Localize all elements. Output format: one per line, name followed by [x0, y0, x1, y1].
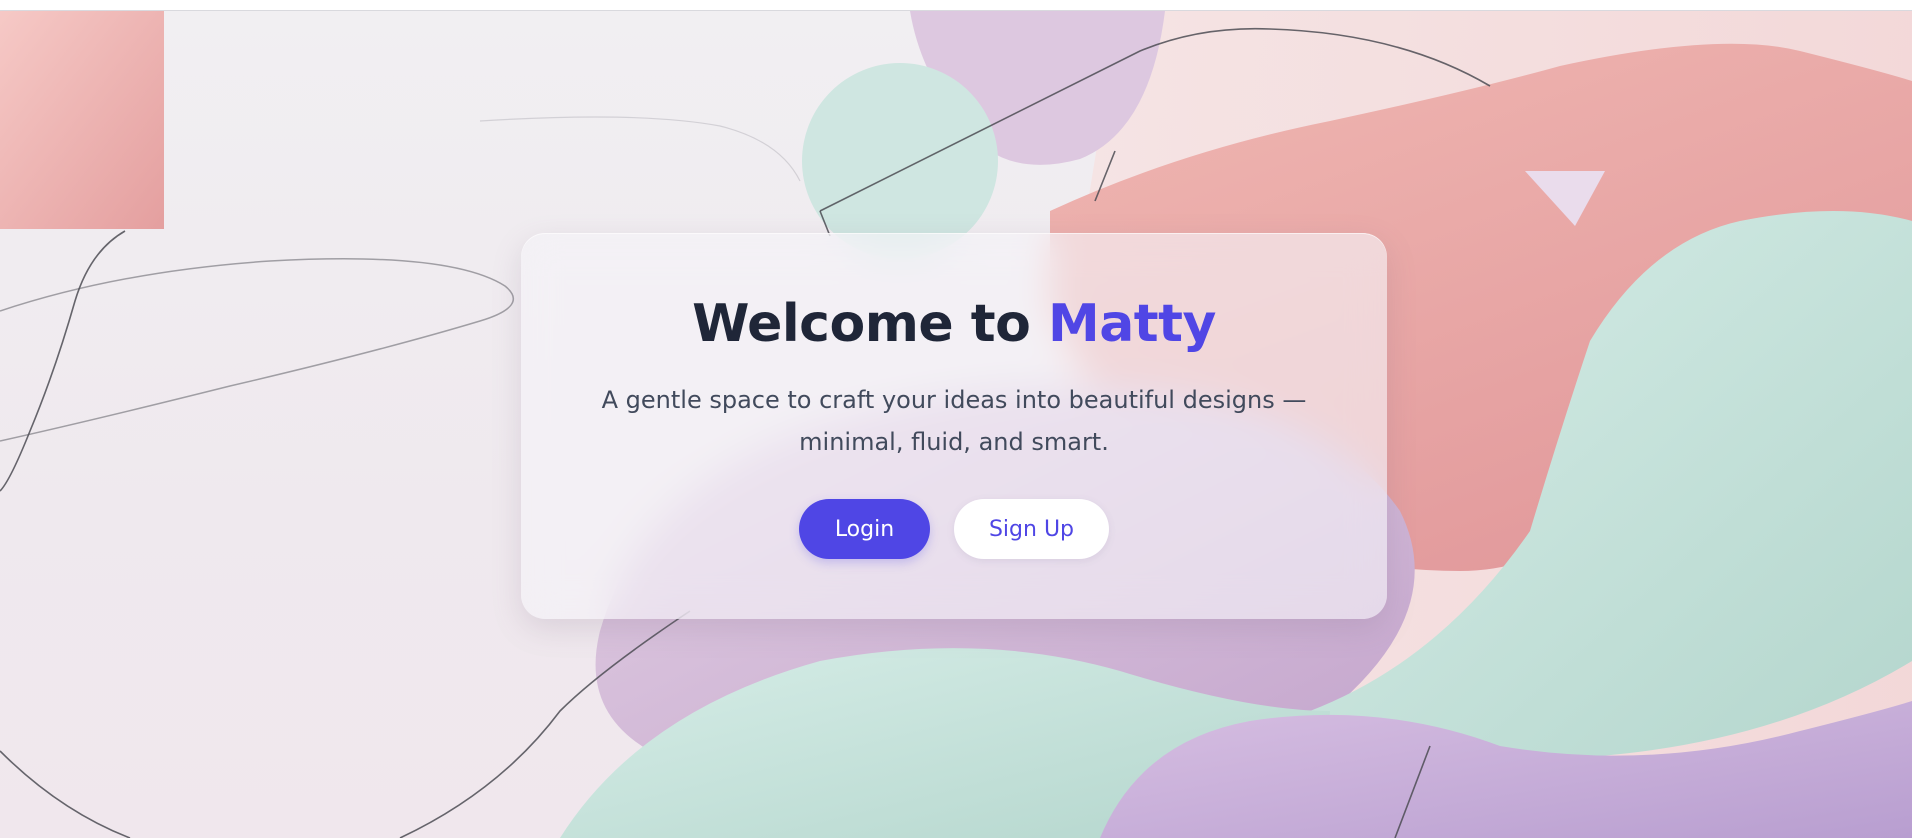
login-button[interactable]: Login	[799, 499, 930, 559]
tagline: A gentle space to craft your ideas into …	[601, 386, 1307, 456]
title-prefix: Welcome to	[692, 294, 1031, 354]
welcome-card: Welcome to Matty A gentle space to craft…	[521, 233, 1387, 619]
page-title: Welcome to Matty	[521, 293, 1387, 355]
landing-page: Welcome to Matty A gentle space to craft…	[0, 0, 1912, 838]
sign-up-button[interactable]: Sign Up	[954, 499, 1109, 559]
brand-name: Matty	[1047, 294, 1216, 354]
auth-actions: Login Sign Up	[521, 499, 1387, 559]
